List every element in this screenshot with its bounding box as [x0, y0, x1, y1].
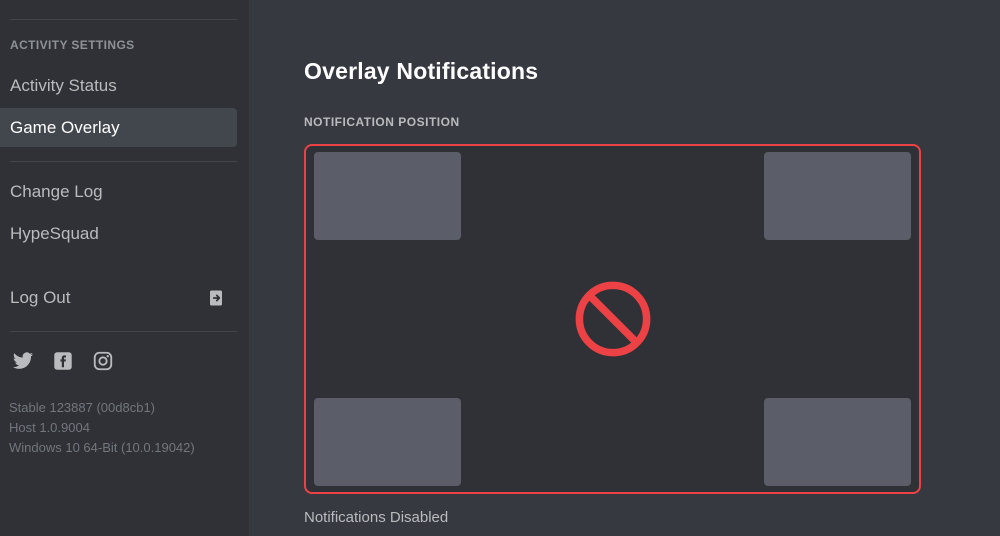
settings-window: ACTIVITY SETTINGS Activity Status Game O…	[0, 0, 1000, 536]
sidebar-item-label: Game Overlay	[10, 117, 120, 137]
version-build: Stable 123887 (00d8cb1)	[9, 400, 156, 415]
sidebar-divider-top	[10, 19, 237, 20]
facebook-icon[interactable]	[52, 350, 74, 372]
sidebar-item-label: Change Log	[10, 181, 103, 201]
settings-main-content: Overlay Notifications NOTIFICATION POSIT…	[249, 0, 1000, 536]
twitter-icon[interactable]	[12, 350, 34, 372]
logout-arrow-icon	[207, 289, 225, 307]
position-option-bottom-left[interactable]	[314, 398, 461, 486]
notification-position-picker[interactable]	[304, 144, 921, 494]
sidebar-divider-middle	[10, 161, 237, 162]
sidebar-item-label: HypeSquad	[10, 223, 99, 243]
sidebar-item-activity-status[interactable]: Activity Status	[0, 66, 237, 105]
version-os: Windows 10 64-Bit (10.0.19042)	[9, 440, 195, 455]
page-title: Overlay Notifications	[304, 58, 539, 84]
sidebar-item-label: Activity Status	[10, 75, 117, 95]
version-host: Host 1.0.9004	[9, 420, 90, 435]
log-out-label: Log Out	[10, 287, 71, 307]
version-info: Stable 123887 (00d8cb1) Host 1.0.9004 Wi…	[9, 398, 195, 458]
settings-sidebar: ACTIVITY SETTINGS Activity Status Game O…	[0, 0, 249, 536]
sidebar-item-hypesquad[interactable]: HypeSquad	[0, 214, 237, 253]
social-links	[12, 350, 114, 372]
position-option-top-right[interactable]	[764, 152, 911, 240]
sidebar-section-header: ACTIVITY SETTINGS	[10, 38, 135, 52]
notification-position-label: NOTIFICATION POSITION	[304, 115, 460, 129]
sidebar-divider-bottom	[10, 331, 237, 332]
no-entry-icon[interactable]	[571, 277, 655, 361]
sidebar-item-log-out[interactable]: Log Out	[0, 278, 237, 317]
notification-status-text: Notifications Disabled	[304, 509, 449, 526]
sidebar-item-change-log[interactable]: Change Log	[0, 172, 237, 211]
position-option-bottom-right[interactable]	[764, 398, 911, 486]
position-option-top-left[interactable]	[314, 152, 461, 240]
instagram-icon[interactable]	[92, 350, 114, 372]
sidebar-item-game-overlay[interactable]: Game Overlay	[0, 108, 237, 147]
